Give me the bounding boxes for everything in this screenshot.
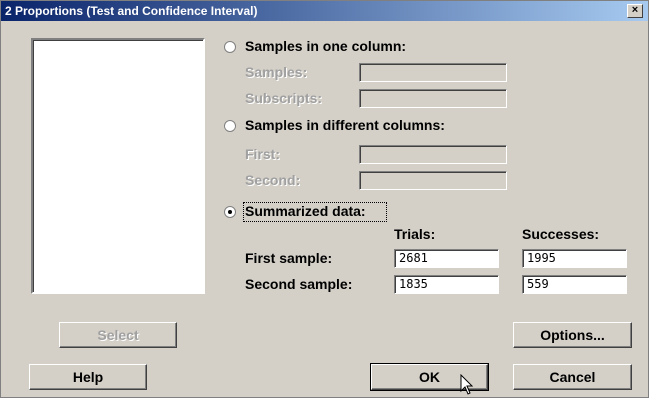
successes-header: Successes: — [522, 226, 600, 242]
radio-summarized-data-label: Summarized data: — [245, 203, 366, 219]
options-button[interactable]: Options... — [513, 322, 632, 348]
title-bar[interactable]: 2 Proportions (Test and Confidence Inter… — [1, 1, 648, 21]
mouse-pointer-icon — [460, 374, 474, 395]
dialog-window: 2 Proportions (Test and Confidence Inter… — [0, 0, 649, 398]
radio-samples-one-column[interactable] — [224, 41, 236, 53]
second-successes-field[interactable]: 559 — [522, 275, 627, 294]
help-button[interactable]: Help — [29, 364, 147, 390]
second-trials-field[interactable]: 1835 — [394, 275, 499, 294]
first-successes-field[interactable]: 1995 — [522, 249, 627, 268]
radio-samples-one-column-label: Samples in one column: — [245, 38, 407, 54]
subscripts-label: Subscripts: — [245, 90, 323, 106]
select-button[interactable]: Select — [59, 322, 177, 348]
variable-list[interactable] — [31, 38, 205, 294]
close-icon: × — [631, 4, 639, 16]
close-button[interactable]: × — [627, 4, 643, 18]
cancel-button[interactable]: Cancel — [513, 364, 632, 390]
samples-field[interactable] — [359, 63, 507, 82]
samples-label: Samples: — [245, 64, 308, 80]
second-sample-label: Second sample: — [245, 276, 353, 292]
radio-summarized-data[interactable] — [224, 206, 236, 218]
first-column-field[interactable] — [359, 145, 507, 164]
first-column-label: First: — [245, 146, 280, 162]
subscripts-field[interactable] — [359, 89, 507, 108]
second-column-field[interactable] — [359, 171, 507, 190]
trials-header: Trials: — [394, 226, 436, 242]
first-trials-field[interactable]: 2681 — [394, 249, 499, 268]
second-column-label: Second: — [245, 172, 301, 188]
first-sample-label: First sample: — [245, 250, 333, 266]
radio-samples-different-columns-label: Samples in different columns: — [245, 117, 445, 133]
radio-samples-different-columns[interactable] — [224, 120, 236, 132]
window-title: 2 Proportions (Test and Confidence Inter… — [5, 4, 258, 18]
